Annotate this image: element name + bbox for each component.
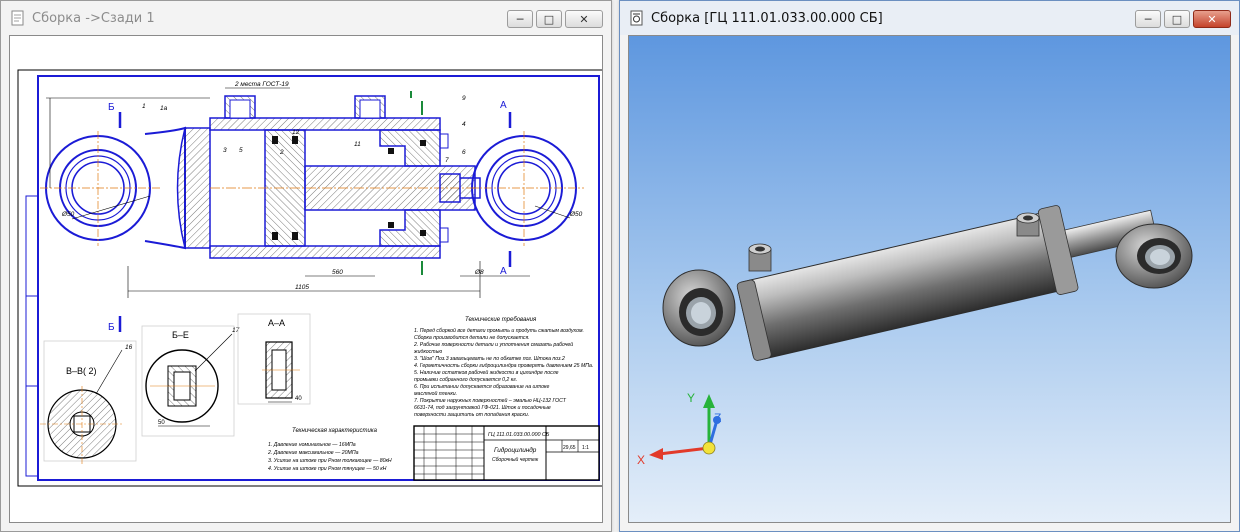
tech-char-line: 3. Усилие на штоке при Pном толкающее — … <box>268 458 392 464</box>
dim-stroke: 560 <box>332 269 343 276</box>
callout-2-left: 2 <box>279 149 284 156</box>
tech-req-line: 7. Покрытие наружных поверхностей – эмал… <box>414 397 567 404</box>
x-axis <box>658 446 710 456</box>
title-block-name: Гидроцилиндр <box>494 446 537 454</box>
callout-11: 11 <box>354 141 361 148</box>
cylinder-section-view[interactable] <box>40 87 584 332</box>
hydraulic-cylinder-3d-model[interactable]: Y X Z <box>629 36 1231 523</box>
model-viewport[interactable]: Y X Z <box>628 35 1231 523</box>
model-maximize-button[interactable]: □ <box>1164 10 1190 28</box>
callout-5: 5 <box>239 147 243 154</box>
drawing-window[interactable]: Сборка ->Сзади 1 ─ □ ✕ Б Б А А 1 1а 3 5 … <box>0 0 612 532</box>
model-window[interactable]: Сборка [ГЦ 111.01.033.00.000 СБ] ─ □ ✕ Y… <box>619 0 1240 532</box>
x-axis-label: X <box>637 453 645 467</box>
section-b-label-left: Б <box>108 102 115 113</box>
tech-requirements-title: Технические требования <box>465 317 537 323</box>
tech-characteristics-block: Техническая характеристика 1. Давление н… <box>267 428 392 472</box>
dim-overall-length: 1105 <box>295 284 309 291</box>
section-a-label-top: А <box>500 100 507 111</box>
tech-req-line: 3. "Шов" Поз.3 завальцевать не по обкатк… <box>414 356 565 362</box>
dim-bottom-right: Ø8 <box>474 269 484 276</box>
dim-aa-w: 40 <box>295 396 302 402</box>
title-block-code: ГЦ 111.01.033.00.000 СБ <box>488 432 550 438</box>
close-icon: ✕ <box>579 12 589 26</box>
model-close-button[interactable]: ✕ <box>1193 10 1231 28</box>
dim-eye-right: Ø50 <box>569 211 583 218</box>
view-b-rotated[interactable]: В–В( 2) 16 <box>40 340 137 464</box>
dim-eye-left: Ø50 <box>61 211 75 218</box>
axis-triad[interactable]: Y X Z <box>637 391 721 467</box>
document-icon <box>11 10 24 26</box>
tech-char-title: Техническая характеристика <box>292 428 378 434</box>
tech-char-line: 2. Давление максимальное — 20МПа <box>267 450 359 456</box>
tech-req-line: 2. Рабочие поверхности детали и уплотнен… <box>413 341 573 348</box>
minimize-icon: ─ <box>516 12 524 26</box>
tech-req-line: 6. При испытании допускается образование… <box>414 384 549 390</box>
model-window-title: Сборка [ГЦ 111.01.033.00.000 СБ] <box>651 10 883 26</box>
callout-6: 6 <box>462 149 466 156</box>
callout-3: 3 <box>223 147 227 154</box>
close-icon: ✕ <box>1207 12 1217 26</box>
title-block[interactable]: ГЦ 111.01.033.00.000 СБ Гидроцилиндр Сбо… <box>413 425 600 481</box>
port-left <box>748 243 772 272</box>
tech-req-line: 1. Перед сборкой все детали промыть и пр… <box>414 327 584 334</box>
drawing-window-title: Сборка ->Сзади 1 <box>32 10 155 26</box>
maximize-icon: □ <box>543 12 555 26</box>
callout-17: 17 <box>232 327 240 334</box>
x-axis-arrow <box>649 448 663 460</box>
tech-char-line: 1. Давление номинальное — 16МПа <box>268 442 356 448</box>
drawing-minimize-button[interactable]: ─ <box>507 10 533 28</box>
tech-requirements-block: Технические требования 1. Перед сборкой … <box>413 317 593 418</box>
tech-req-line: 4. Герметичность сборки гидроцилиндра пр… <box>414 363 593 369</box>
drawing-maximize-button[interactable]: □ <box>536 10 562 28</box>
model-minimize-button[interactable]: ─ <box>1135 10 1161 28</box>
rod-end-eye <box>1115 223 1193 289</box>
tech-req-line: Сборка производится детали не допускаетс… <box>414 335 530 341</box>
title-block-mass: 29,65 <box>563 445 576 451</box>
dim-sec-h: 50 <box>158 420 165 426</box>
tech-req-line: промывки собранного допускается 0,2 кг. <box>414 377 517 383</box>
view-b-rotated-label: В–В( 2) <box>66 366 97 376</box>
drawing-sheet[interactable]: Б Б А А 1 1а 3 5 2 9 4 6 7 11 12 2 места… <box>10 36 603 523</box>
tech-req-line: масляной пленки. <box>414 390 457 397</box>
view-b-e[interactable]: Б–Е 50 17 <box>141 325 240 437</box>
assembly-document-icon <box>630 10 643 26</box>
minimize-icon: ─ <box>1144 12 1152 26</box>
view-aa-label: А–А <box>268 318 285 328</box>
tech-req-line: 5. Наличие остатков рабочей жидкости в ц… <box>414 369 559 376</box>
callout-16: 16 <box>125 344 133 351</box>
section-a-label-bottom: А <box>500 266 507 277</box>
callout-1: 1 <box>142 103 146 110</box>
drawing-window-titlebar[interactable]: Сборка ->Сзади 1 ─ □ ✕ <box>1 1 611 35</box>
model-window-titlebar[interactable]: Сборка [ГЦ 111.01.033.00.000 СБ] ─ □ ✕ <box>620 1 1239 35</box>
view-e-label: Б–Е <box>172 330 189 340</box>
drawing-close-button[interactable]: ✕ <box>565 10 603 28</box>
section-b-label-bottom: Б <box>108 322 115 333</box>
callout-1a: 1а <box>160 105 168 112</box>
dim-top-thread: 2 места ГОСТ-19 <box>234 81 289 88</box>
callout-9: 9 <box>462 95 466 102</box>
left-margin-strip <box>25 195 39 477</box>
triad-origin <box>702 441 716 455</box>
tech-req-line: поверхности защитить от попадания краски… <box>414 412 529 418</box>
view-a-a[interactable]: А–А 40 <box>237 313 311 405</box>
title-block-subname: Сборочный чертеж <box>492 456 539 463</box>
y-axis-arrow <box>703 394 715 408</box>
cap-end-eye <box>662 269 736 347</box>
callout-7: 7 <box>445 157 449 164</box>
port-right <box>1016 212 1040 237</box>
title-block-scale: 1:1 <box>582 445 589 451</box>
tech-req-line: 6631-74, под загрунтовкой ГФ-021. Шток и… <box>414 404 551 411</box>
tech-req-line: жидкостью <box>413 349 442 355</box>
y-axis-label: Y <box>687 391 695 405</box>
maximize-icon: □ <box>1171 12 1183 26</box>
tech-char-line: 4. Усилие на штоке при Pном тянущее — 50… <box>268 466 387 472</box>
drawing-canvas[interactable]: Б Б А А 1 1а 3 5 2 9 4 6 7 11 12 2 места… <box>9 35 603 523</box>
z-axis-label: Z <box>714 411 721 425</box>
callout-12: 12 <box>292 129 300 136</box>
callout-4: 4 <box>462 121 466 128</box>
